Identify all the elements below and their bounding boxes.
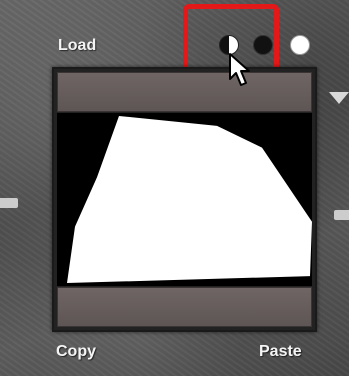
copy-button[interactable]: Copy [56,343,96,361]
panel-top-bar [57,72,312,112]
white-mode-icon[interactable] [290,35,310,55]
paste-button[interactable]: Paste [259,343,302,361]
left-side-tab[interactable] [0,198,18,208]
mask-preview-panel [52,67,317,332]
mask-shape [57,113,312,286]
mouse-pointer-icon [229,53,250,86]
mask-image[interactable] [57,113,312,286]
expand-arrow-icon[interactable] [329,92,349,104]
load-button[interactable]: Load [58,37,96,55]
right-side-tab[interactable] [334,210,349,220]
panel-bottom-bar [57,287,312,327]
